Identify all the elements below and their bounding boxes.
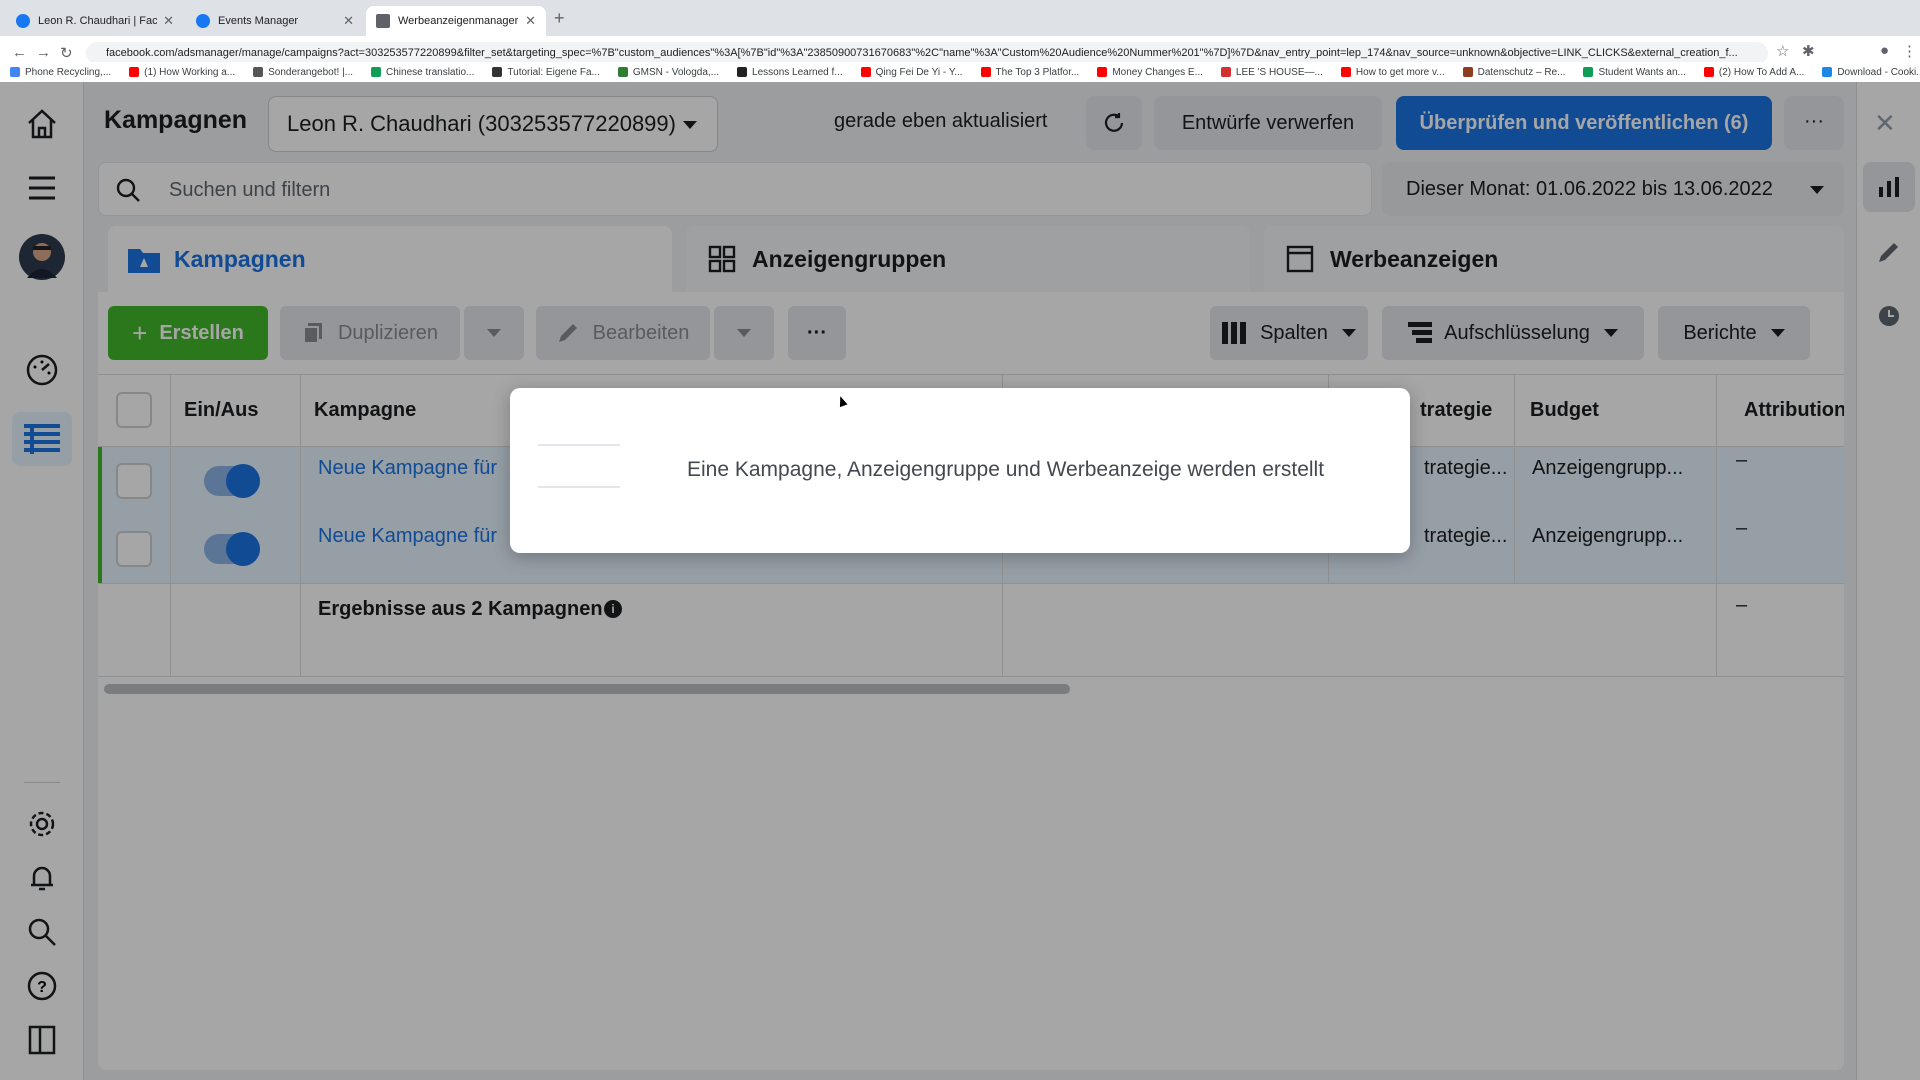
overlay-dim xyxy=(84,82,1856,1080)
overlay-dim-right xyxy=(1856,82,1920,1080)
loading-placeholder xyxy=(538,486,620,488)
modal-overlay: ✕ Eine Kampagne, Anzeigengruppe und Werb… xyxy=(0,0,1920,1080)
overlay-dim-left xyxy=(0,82,84,1080)
loading-placeholder xyxy=(538,444,620,446)
dialog-message: Eine Kampagne, Anzeigengruppe und Werbea… xyxy=(687,458,1325,481)
creating-dialog: Eine Kampagne, Anzeigengruppe und Werbea… xyxy=(510,388,1410,553)
close-icon[interactable]: ✕ xyxy=(1874,108,1896,139)
